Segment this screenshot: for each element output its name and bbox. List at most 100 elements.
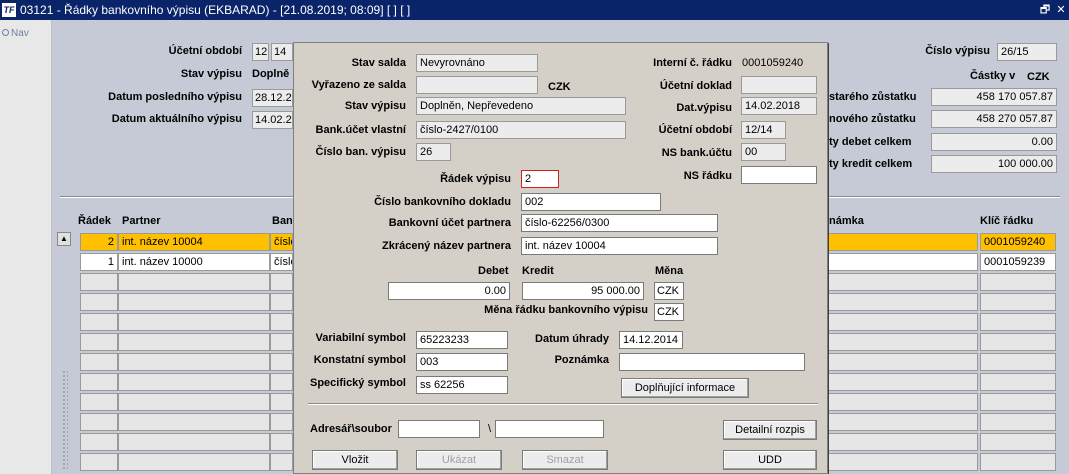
datum-uhrady-field[interactable]: 14.12.2014 [619,331,683,349]
table-row-empty-cell[interactable] [980,353,1056,371]
novy-zustatek-field[interactable]: 458 270 057.87 [931,110,1057,128]
debet-celkem-field[interactable]: 0.00 [931,133,1057,151]
specificky-symbol-field[interactable]: ss 62256 [416,376,508,394]
table-row-empty-cell[interactable] [828,413,978,431]
table-row-empty-cell[interactable] [80,393,118,411]
table-row-empty-cell[interactable] [118,313,270,331]
soubor-field[interactable] [495,420,604,438]
kredit-celkem-field[interactable]: 100 000.00 [931,155,1057,173]
table-row-radek[interactable]: 1 [80,253,118,271]
table-row-ban[interactable]: číslo [270,253,293,271]
table-row-empty-cell[interactable] [980,433,1056,451]
table-row-empty-cell[interactable] [828,273,978,291]
table-row-empty-cell[interactable] [980,333,1056,351]
bankovni-ucet-partnera-field[interactable]: číslo-62256/0300 [521,214,718,232]
vlozit-button[interactable]: Vložit [312,450,398,470]
table-row-empty-cell[interactable] [270,433,293,451]
table-row-empty-cell[interactable] [270,453,293,471]
table-row-empty-cell[interactable] [118,413,270,431]
table-row-empty-cell[interactable] [828,393,978,411]
table-row-empty-cell[interactable] [270,393,293,411]
table-row-empty-cell[interactable] [118,353,270,371]
variabilni-symbol-field[interactable]: 65223233 [416,331,508,349]
table-row-empty-cell[interactable] [270,413,293,431]
dialog-stav-vypisu-field[interactable]: Doplněn, Nepřevedeno [416,97,626,115]
udd-button[interactable]: UDD [723,450,817,470]
resize-grip[interactable] [62,370,68,470]
ucetni-doklad-field[interactable] [741,76,817,94]
table-row-empty-cell[interactable] [118,373,270,391]
mena-radku-field[interactable]: CZK [654,303,684,321]
table-row-empty-cell[interactable] [828,433,978,451]
table-row-empty-cell[interactable] [980,413,1056,431]
radek-vypisu-field[interactable]: 2 [521,170,559,188]
table-row-klic[interactable]: 0001059240 [980,233,1056,251]
table-row-empty-cell[interactable] [80,453,118,471]
table-row-empty-cell[interactable] [80,373,118,391]
table-row-empty-cell[interactable] [828,333,978,351]
table-row-empty-cell[interactable] [828,453,978,471]
table-row-empty-cell[interactable] [118,393,270,411]
vyrazeno-field[interactable] [416,76,538,94]
table-row-empty-cell[interactable] [80,293,118,311]
table-row-empty-cell[interactable] [270,353,293,371]
bank-ucet-vlastni-field[interactable]: číslo-2427/0100 [416,121,626,139]
table-row-empty-cell[interactable] [270,313,293,331]
dialog-ucetni-obdobi-field[interactable]: 12/14 [741,121,786,139]
table-row-empty-cell[interactable] [80,273,118,291]
stav-salda-field[interactable]: Nevyrovnáno [416,54,538,72]
table-row-empty-cell[interactable] [118,433,270,451]
cislo-dokladu-field[interactable]: 002 [521,193,661,211]
table-row-empty-cell[interactable] [828,353,978,371]
cislo-vypisu-field[interactable]: 26/15 [997,43,1057,61]
table-row-empty-cell[interactable] [980,453,1056,471]
table-row-empty-cell[interactable] [118,293,270,311]
close-window-icon[interactable]: ✕ [1054,3,1068,17]
table-row-empty-cell[interactable] [980,293,1056,311]
table-row-partner[interactable]: int. název 10004 [118,233,270,251]
table-row-empty-cell[interactable] [980,273,1056,291]
mena-field[interactable]: CZK [654,282,684,300]
table-row-empty-cell[interactable] [118,273,270,291]
poznamka-field[interactable] [619,353,805,371]
table-row-empty-cell[interactable] [828,373,978,391]
table-row-empty-cell[interactable] [80,333,118,351]
zkraceny-nazev-field[interactable]: int. název 10004 [521,237,718,255]
smazat-button[interactable]: Smazat [522,450,608,470]
table-row-ban[interactable]: číslo [270,233,293,251]
table-row-empty-cell[interactable] [980,393,1056,411]
doplnujici-informace-button[interactable]: Doplňující informace [621,378,749,398]
table-row-empty-cell[interactable] [270,293,293,311]
table-row-klic[interactable]: 0001059239 [980,253,1056,271]
ns-bank-uctu-field[interactable]: 00 [741,143,786,161]
stary-zustatek-field[interactable]: 458 170 057.87 [931,88,1057,106]
kredit-field[interactable]: 95 000.00 [522,282,644,300]
table-row-empty-cell[interactable] [80,313,118,331]
debet-field[interactable]: 0.00 [388,282,510,300]
restore-window-icon[interactable]: 🗗 [1038,3,1052,17]
table-row-empty-cell[interactable] [270,333,293,351]
table-row-empty-cell[interactable] [118,453,270,471]
table-row-empty-cell[interactable] [270,273,293,291]
table-row-empty-cell[interactable] [270,373,293,391]
table-row-poznamka[interactable] [828,253,978,271]
ukazat-button[interactable]: Ukázat [416,450,502,470]
table-row-empty-cell[interactable] [828,313,978,331]
table-row-empty-cell[interactable] [80,433,118,451]
nav-toggle[interactable]: Nav [2,28,29,39]
datum-aktualniho-field[interactable]: 14.02.2 [252,111,293,129]
table-row-poznamka[interactable] [828,233,978,251]
table-row-empty-cell[interactable] [118,333,270,351]
ns-radku-field[interactable] [741,166,817,184]
konstantni-symbol-field[interactable]: 003 [416,353,508,371]
adresar-field[interactable] [398,420,480,438]
table-row-empty-cell[interactable] [80,413,118,431]
datum-posledniho-field[interactable]: 28.12.2 [252,89,293,107]
table-row-empty-cell[interactable] [80,353,118,371]
cislo-ban-vypisu-field[interactable]: 26 [416,143,451,161]
table-row-empty-cell[interactable] [980,313,1056,331]
table-row-radek[interactable]: 2 [80,233,118,251]
ucetni-obdobi-field-1[interactable]: 12 [252,43,269,61]
dat-vypisu-field[interactable]: 14.02.2018 [741,97,817,115]
table-row-empty-cell[interactable] [828,293,978,311]
